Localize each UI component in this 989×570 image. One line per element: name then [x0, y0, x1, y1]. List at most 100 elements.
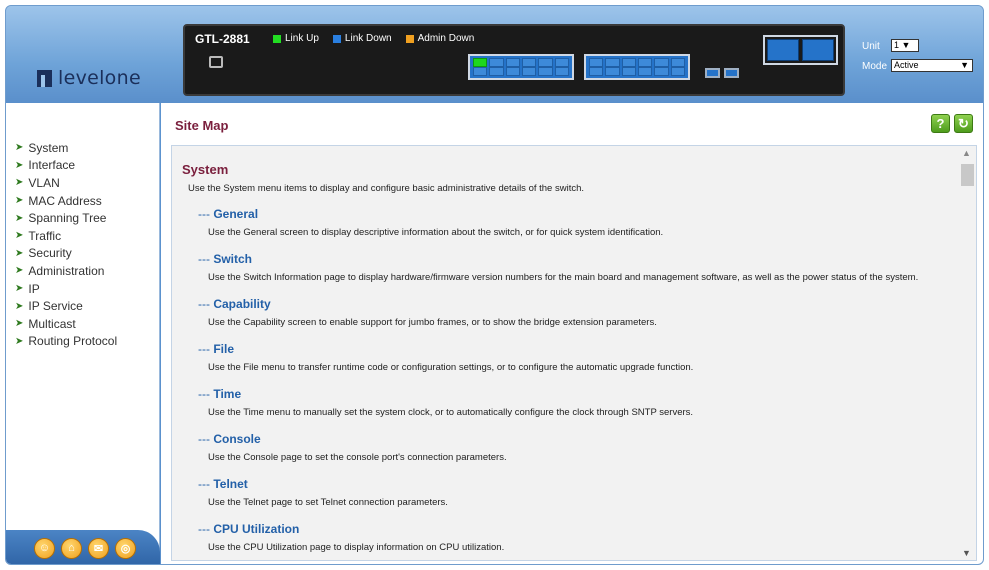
sidebar-item-mac-address[interactable]: ➤ MAC Address — [15, 192, 117, 210]
mode-select[interactable]: Active ▼ — [891, 59, 973, 72]
refresh-icon[interactable]: ↻ — [954, 114, 973, 133]
sitemap-list: System Use the System menu items to disp… — [182, 156, 952, 554]
port-16[interactable] — [605, 67, 620, 76]
sitemap-link-capability[interactable]: Capability — [213, 297, 270, 311]
port-20[interactable] — [637, 67, 653, 76]
console-port-icon[interactable] — [209, 56, 223, 68]
sidebar-menu: ➤ System ➤ Interface ➤ VLAN ➤ MAC Address ➤ S… — [15, 139, 117, 350]
entry-desc: Use the Time menu to manually set the sy… — [208, 407, 694, 418]
header: levelone GTL-2881 Link Up Link Down Admi… — [6, 6, 983, 103]
arrow-right-icon: ➤ — [15, 142, 24, 154]
sitemap-entry-file: --- File Use the File menu to transfer r… — [198, 342, 952, 374]
arrow-right-icon: ➤ — [15, 177, 24, 189]
sitemap-link-file[interactable]: File — [213, 342, 234, 356]
port-17[interactable] — [621, 58, 636, 67]
entry-desc: Use the Console page to set the console … — [208, 452, 507, 463]
entry-desc: Use the General screen to display descri… — [208, 227, 664, 238]
sitemap-link-general[interactable]: General — [213, 207, 258, 221]
sidebar: ➤ System ➤ Interface ➤ VLAN ➤ MAC Address ➤ S… — [6, 103, 160, 564]
arrow-right-icon: ➤ — [15, 318, 24, 330]
sidebar-item-system[interactable]: ➤ System — [15, 139, 117, 157]
port-7[interactable] — [521, 58, 537, 67]
port-23[interactable] — [670, 58, 685, 67]
port-status-legend: Link Up Link Down Admin Down — [273, 33, 474, 44]
sfp-port-1[interactable] — [705, 68, 720, 78]
sitemap-link-switch[interactable]: Switch — [213, 252, 252, 266]
legend-link-down: Link Down — [332, 33, 392, 44]
sfp-port-2[interactable] — [724, 68, 739, 78]
sidebar-item-multicast[interactable]: ➤ Multicast — [15, 315, 117, 333]
vertical-scrollbar[interactable]: ▲ ▼ — [959, 146, 976, 560]
sfp-ports — [705, 68, 739, 78]
sitemap-entry-cpu-utilization: --- CPU Utilization Use the CPU Utilizat… — [198, 522, 952, 554]
port-14[interactable] — [589, 67, 604, 76]
brand-logo: levelone — [37, 67, 141, 89]
port-21[interactable] — [654, 58, 669, 67]
link-down-swatch-icon — [332, 34, 341, 43]
link-up-swatch-icon — [273, 34, 281, 43]
help-icon[interactable]: ? — [931, 114, 950, 133]
sidebar-item-vlan[interactable]: ➤ VLAN — [15, 174, 117, 192]
arrow-right-icon: ➤ — [15, 195, 24, 207]
sitemap-link-console[interactable]: Console — [213, 432, 260, 446]
arrow-right-icon: ➤ — [15, 335, 24, 347]
scroll-up-icon[interactable]: ▲ — [962, 148, 971, 158]
sitemap-entry-switch: --- Switch Use the Switch Information pa… — [198, 252, 952, 284]
switch-front-panel: GTL-2881 Link Up Link Down Admin Down — [183, 24, 845, 96]
port-6[interactable] — [505, 67, 520, 76]
section-desc: Use the System menu items to display and… — [188, 183, 585, 194]
port-10[interactable] — [538, 67, 553, 76]
sitemap-entry-console: --- Console Use the Console page to set … — [198, 432, 952, 464]
sidebar-item-traffic[interactable]: ➤ Traffic — [15, 227, 117, 245]
entry-desc: Use the Telnet page to set Telnet connec… — [208, 497, 448, 508]
scrollbar-thumb[interactable] — [961, 164, 974, 186]
port-1[interactable] — [473, 58, 488, 67]
entry-desc: Use the File menu to transfer runtime co… — [208, 362, 694, 373]
port-13[interactable] — [589, 58, 604, 67]
port-block-2 — [584, 54, 690, 80]
page-actions: ? ↻ — [931, 114, 973, 133]
uplink-ports — [763, 35, 838, 65]
port-15[interactable] — [605, 58, 620, 67]
port-4[interactable] — [489, 67, 504, 76]
sitemap-entry-general: --- General Use the General screen to di… — [198, 207, 952, 239]
sidebar-item-ip-service[interactable]: ➤ IP Service — [15, 297, 117, 315]
port-5[interactable] — [505, 58, 520, 67]
port-8[interactable] — [521, 67, 537, 76]
help-circle-icon[interactable]: ◎ — [115, 537, 136, 559]
port-18[interactable] — [621, 67, 636, 76]
sidebar-footer: ☺ ⌂ ✉ ◎ — [6, 530, 160, 564]
port-9[interactable] — [538, 58, 553, 67]
port-19[interactable] — [637, 58, 653, 67]
port-3[interactable] — [489, 58, 504, 67]
mode-label: Mode — [862, 61, 888, 72]
sidebar-item-administration[interactable]: ➤ Administration — [15, 262, 117, 280]
port-2[interactable] — [473, 67, 488, 76]
uplink-port-1[interactable] — [767, 39, 799, 61]
port-24[interactable] — [670, 67, 685, 76]
ethernet-ports — [468, 54, 690, 80]
arrow-right-icon: ➤ — [15, 230, 24, 242]
sidebar-item-spanning-tree[interactable]: ➤ Spanning Tree — [15, 209, 117, 227]
user-icon[interactable]: ☺ — [34, 537, 55, 559]
main-content: Site Map ? ↻ System Use the System menu … — [161, 103, 983, 564]
home-icon[interactable]: ⌂ — [61, 537, 82, 559]
entry-desc: Use the Capability screen to enable supp… — [208, 317, 657, 328]
sidebar-item-ip[interactable]: ➤ IP — [15, 280, 117, 298]
sidebar-item-interface[interactable]: ➤ Interface — [15, 157, 117, 175]
mail-icon[interactable]: ✉ — [88, 537, 109, 559]
port-11[interactable] — [554, 58, 569, 67]
scroll-down-icon[interactable]: ▼ — [962, 548, 971, 558]
sidebar-item-routing-protocol[interactable]: ➤ Routing Protocol — [15, 333, 117, 351]
sidebar-item-security[interactable]: ➤ Security — [15, 245, 117, 263]
sitemap-link-cpu-utilization[interactable]: CPU Utilization — [213, 522, 299, 536]
port-12[interactable] — [554, 67, 569, 76]
chevron-down-icon: ▼ — [960, 60, 969, 70]
sitemap-link-time[interactable]: Time — [213, 387, 241, 401]
port-22[interactable] — [654, 67, 669, 76]
sitemap-link-telnet[interactable]: Telnet — [213, 477, 247, 491]
arrow-right-icon: ➤ — [15, 212, 24, 224]
uplink-port-2[interactable] — [802, 39, 834, 61]
unit-select[interactable]: 1 ▼ — [891, 39, 919, 52]
port-block-1 — [468, 54, 574, 80]
